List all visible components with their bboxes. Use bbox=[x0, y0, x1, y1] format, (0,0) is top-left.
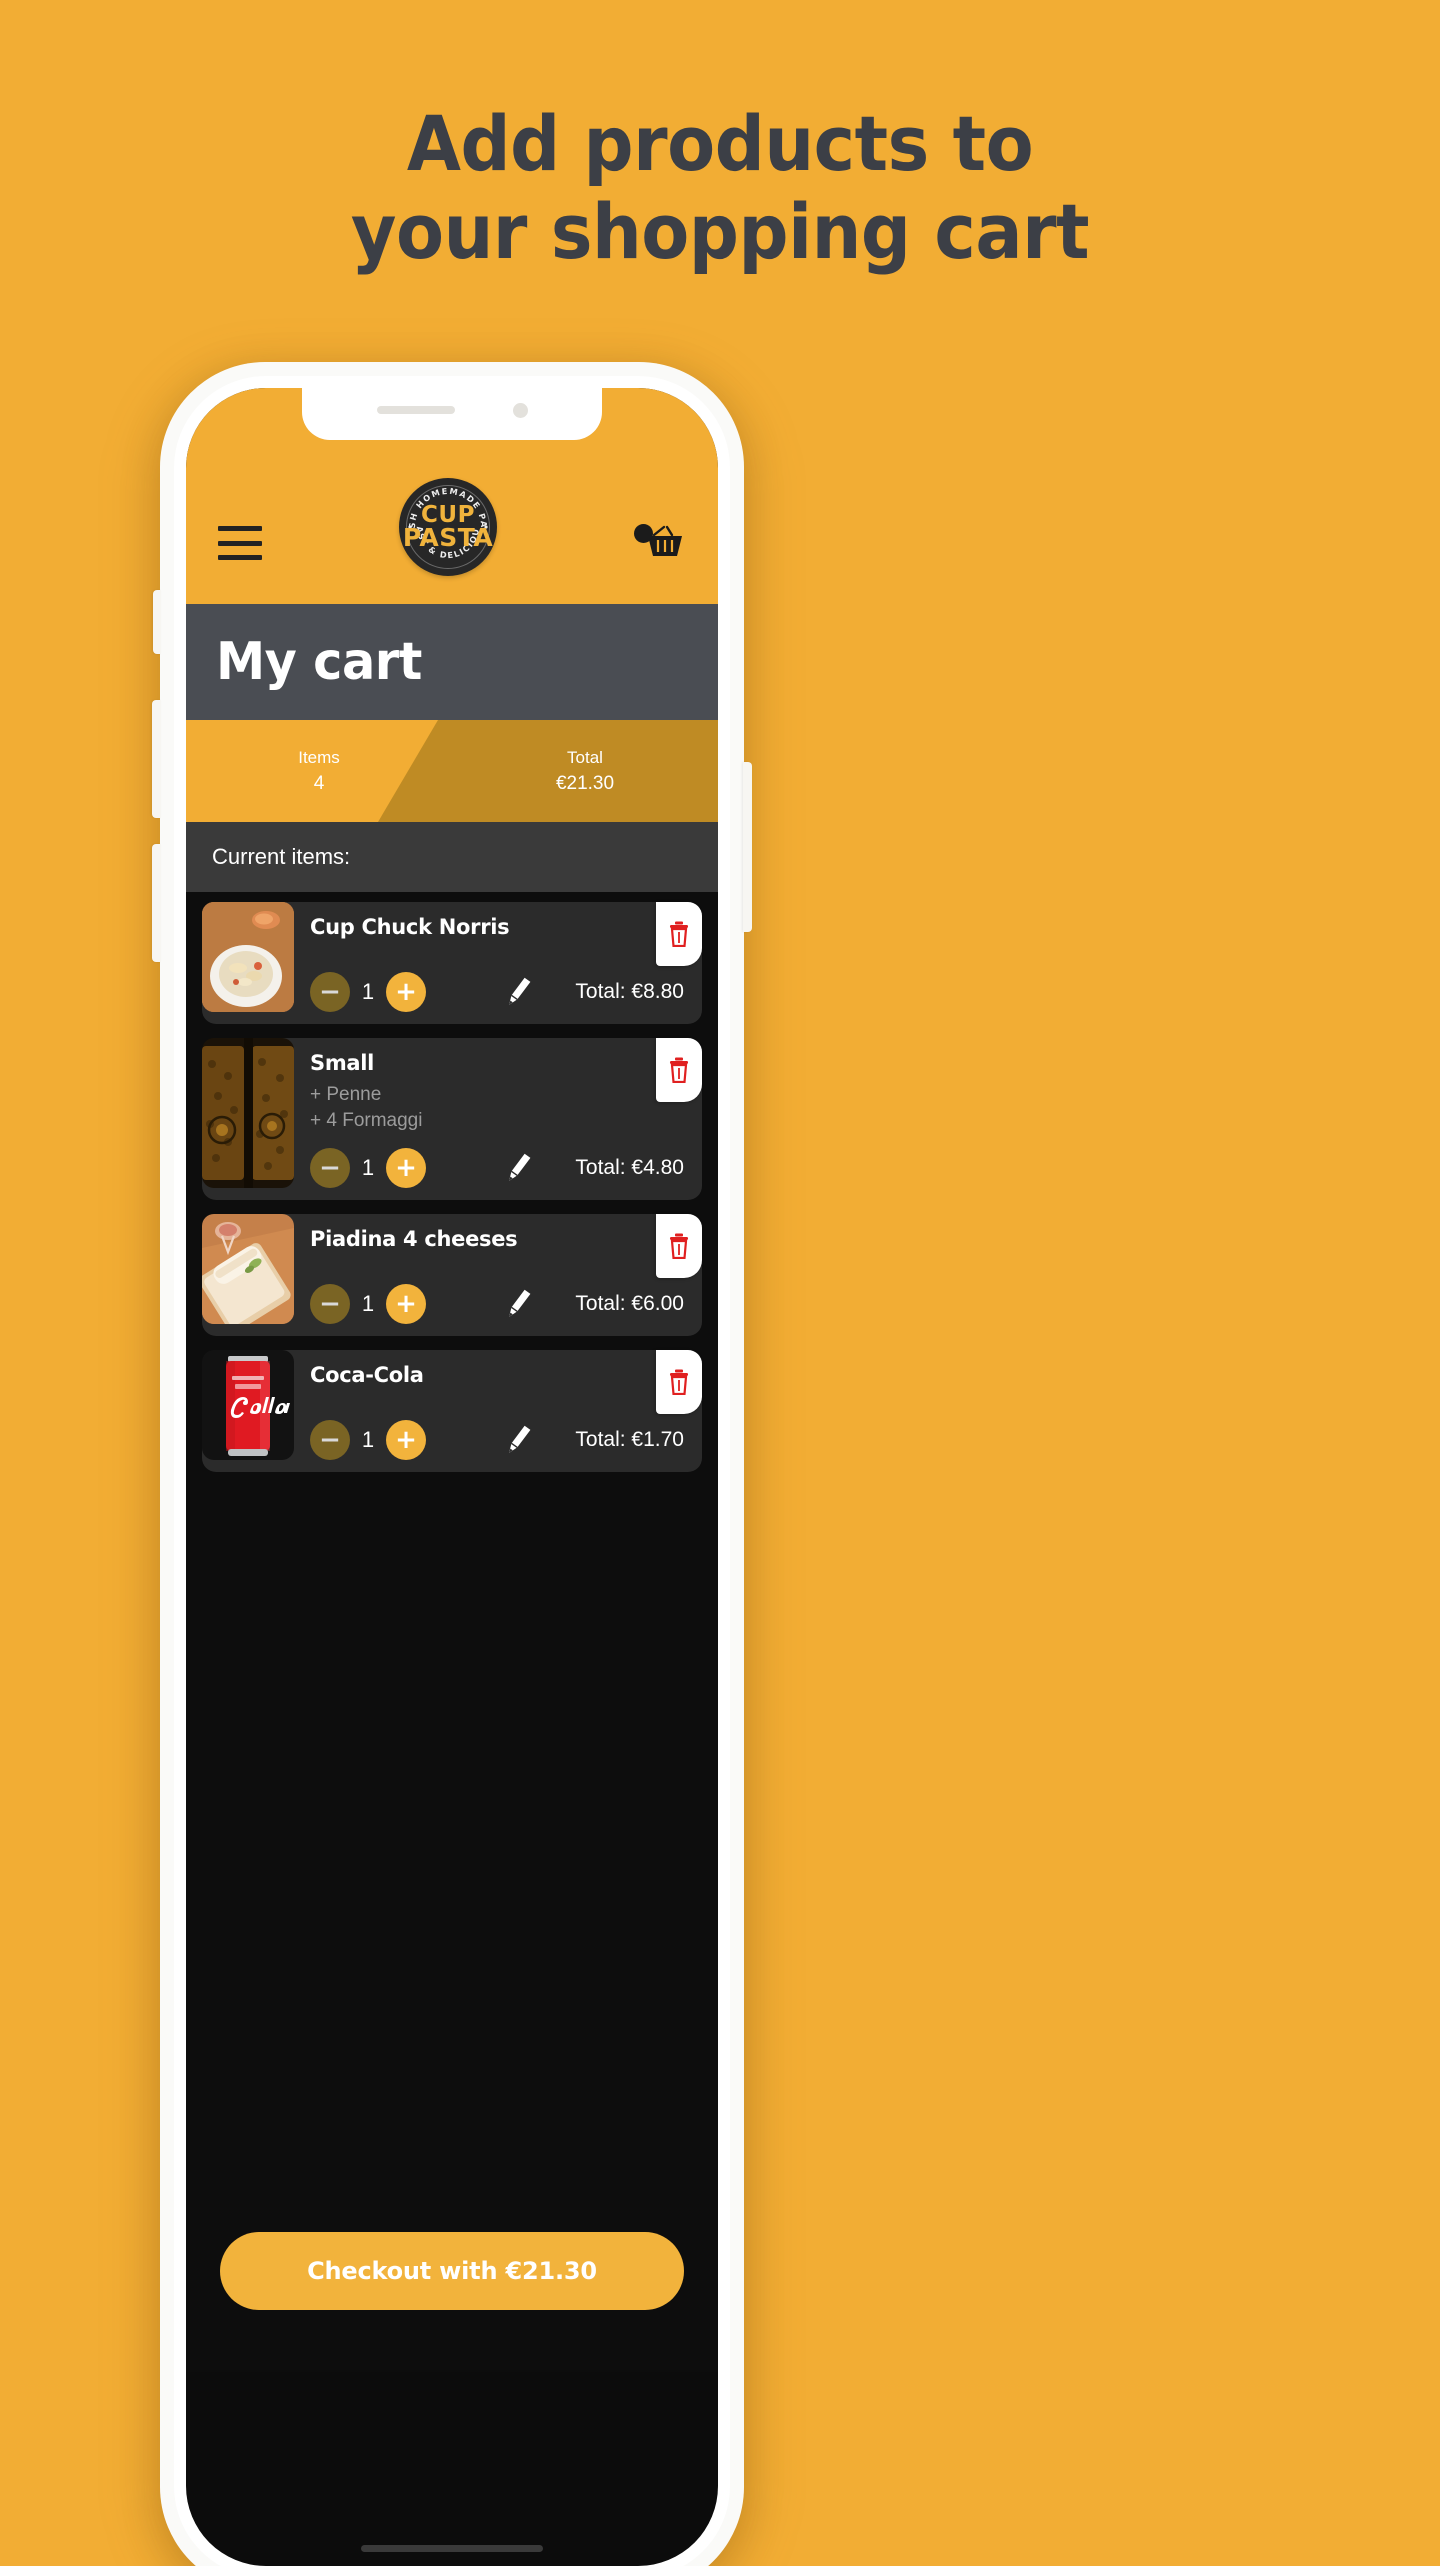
shopping-basket-icon[interactable] bbox=[634, 522, 686, 562]
item-options: + Penne + 4 Formaggi bbox=[310, 1082, 688, 1133]
phone-notch bbox=[302, 388, 602, 440]
increase-quantity-button[interactable]: + bbox=[386, 1284, 426, 1324]
decrease-quantity-button[interactable]: − bbox=[310, 1148, 350, 1188]
pencil-icon[interactable] bbox=[502, 1287, 536, 1321]
home-indicator[interactable] bbox=[361, 2545, 543, 2552]
decrease-quantity-button[interactable]: − bbox=[310, 1284, 350, 1324]
item-controls: − 1 + Total: €6.00 bbox=[310, 1272, 688, 1324]
item-quantity: 1 bbox=[361, 1427, 375, 1452]
trash-icon bbox=[670, 921, 688, 947]
phone-screen: FRESH HOMEMADE PASTA FAST & DELICIOUS CU… bbox=[186, 388, 718, 2566]
checkout-area: Checkout with €21.30 bbox=[186, 2232, 718, 2310]
item-controls: − 1 + Total: €8.80 bbox=[310, 960, 688, 1012]
item-name: Coca-Cola bbox=[310, 1363, 424, 1387]
stat-items-label: Items bbox=[298, 747, 340, 767]
increase-quantity-button[interactable]: + bbox=[386, 972, 426, 1012]
promo-heading-line-1: Add products to bbox=[406, 99, 1034, 188]
item-quantity: 1 bbox=[361, 1155, 375, 1180]
table-row[interactable]: Small + Penne + 4 Formaggi − 1 + Total: … bbox=[202, 1038, 702, 1200]
item-controls: − 1 + Total: €1.70 bbox=[310, 1408, 688, 1460]
item-option: + 4 Formaggi bbox=[310, 1109, 423, 1131]
hamburger-line bbox=[218, 555, 262, 560]
item-name: Piadina 4 cheeses bbox=[310, 1227, 518, 1251]
cart-title-bar: My cart bbox=[186, 604, 718, 720]
item-name: Small bbox=[310, 1051, 375, 1075]
increase-quantity-button[interactable]: + bbox=[386, 1420, 426, 1460]
decrease-quantity-button[interactable]: − bbox=[310, 1420, 350, 1460]
item-details: Cup Chuck Norris − 1 + Total: €8.80 bbox=[294, 902, 702, 1012]
item-quantity: 1 bbox=[361, 979, 375, 1004]
checkout-button[interactable]: Checkout with €21.30 bbox=[220, 2232, 684, 2310]
table-row[interactable]: Cup Chuck Norris − 1 + Total: €8.80 bbox=[202, 902, 702, 1024]
item-thumbnail-coca-cola bbox=[202, 1350, 294, 1460]
item-thumbnail-pasta-bowl bbox=[202, 902, 294, 1012]
stat-items-value: 4 bbox=[313, 772, 325, 794]
current-items-label: Current items: bbox=[212, 844, 351, 869]
item-thumbnail-penne-cups bbox=[202, 1038, 294, 1188]
phone-volume-down-button[interactable] bbox=[152, 844, 161, 962]
stat-items: Items 4 bbox=[186, 720, 452, 822]
promo-heading: Add products to your shopping cart bbox=[58, 100, 1383, 276]
item-controls: − 1 + Total: €4.80 bbox=[310, 1136, 688, 1188]
logo-wordmark: CUP PASTA bbox=[402, 503, 494, 553]
delete-item-button[interactable] bbox=[656, 902, 702, 966]
promo-heading-line-2: your shopping cart bbox=[350, 187, 1090, 276]
trash-icon bbox=[670, 1369, 688, 1395]
cup-pasta-logo[interactable]: FRESH HOMEMADE PASTA FAST & DELICIOUS CU… bbox=[399, 478, 497, 576]
phone-volume-up-button[interactable] bbox=[152, 700, 161, 818]
trash-icon bbox=[670, 1233, 688, 1259]
delete-item-button[interactable] bbox=[656, 1214, 702, 1278]
hamburger-menu-icon[interactable] bbox=[218, 526, 262, 560]
item-name: Cup Chuck Norris bbox=[310, 915, 510, 939]
logo-word-pasta: PASTA bbox=[402, 523, 494, 553]
page-title: My cart bbox=[216, 632, 422, 692]
item-details: Coca-Cola − 1 + Total: €1.70 bbox=[294, 1350, 702, 1460]
stat-total: Total €21.30 bbox=[452, 720, 718, 822]
item-details: Piadina 4 cheeses − 1 + Total: €6.00 bbox=[294, 1214, 702, 1324]
delete-item-button[interactable] bbox=[656, 1038, 702, 1102]
item-quantity: 1 bbox=[361, 1291, 375, 1316]
item-total: Total: €6.00 bbox=[575, 1292, 684, 1315]
item-total: Total: €1.70 bbox=[575, 1428, 684, 1451]
earpiece-speaker-icon bbox=[376, 406, 455, 414]
stat-total-value: €21.30 bbox=[555, 772, 615, 794]
increase-quantity-button[interactable]: + bbox=[386, 1148, 426, 1188]
current-items-band: Current items: bbox=[186, 822, 718, 892]
pencil-icon[interactable] bbox=[502, 1423, 536, 1457]
trash-icon bbox=[670, 1057, 688, 1083]
table-row[interactable]: Piadina 4 cheeses − 1 + Total: €6.00 bbox=[202, 1214, 702, 1336]
item-total: Total: €4.80 bbox=[575, 1156, 684, 1179]
basket-badge-dot bbox=[634, 524, 653, 543]
item-thumbnail-piadina bbox=[202, 1214, 294, 1324]
table-row[interactable]: Coca-Cola − 1 + Total: €1.70 bbox=[202, 1350, 702, 1472]
pencil-icon[interactable] bbox=[502, 975, 536, 1009]
cart-stats-bar: Items 4 Total €21.30 bbox=[186, 720, 718, 822]
front-camera-icon bbox=[512, 402, 528, 418]
cart-body: Current items: Cup Chuck Norris − 1 + To… bbox=[186, 822, 718, 2372]
phone-mockup: FRESH HOMEMADE PASTA FAST & DELICIOUS CU… bbox=[152, 362, 752, 2566]
decrease-quantity-button[interactable]: − bbox=[310, 972, 350, 1012]
phone-silence-switch[interactable] bbox=[153, 590, 161, 654]
item-details: Small + Penne + 4 Formaggi − 1 + Total: … bbox=[294, 1038, 702, 1188]
item-total: Total: €8.80 bbox=[575, 980, 684, 1003]
item-option: + Penne bbox=[310, 1084, 382, 1105]
phone-power-button[interactable] bbox=[743, 762, 752, 932]
cart-items-list: Cup Chuck Norris − 1 + Total: €8.80 Smal… bbox=[186, 892, 718, 1472]
hamburger-line bbox=[218, 526, 262, 531]
delete-item-button[interactable] bbox=[656, 1350, 702, 1414]
stat-total-label: Total bbox=[567, 747, 603, 767]
pencil-icon[interactable] bbox=[502, 1151, 536, 1185]
hamburger-line bbox=[218, 540, 262, 546]
